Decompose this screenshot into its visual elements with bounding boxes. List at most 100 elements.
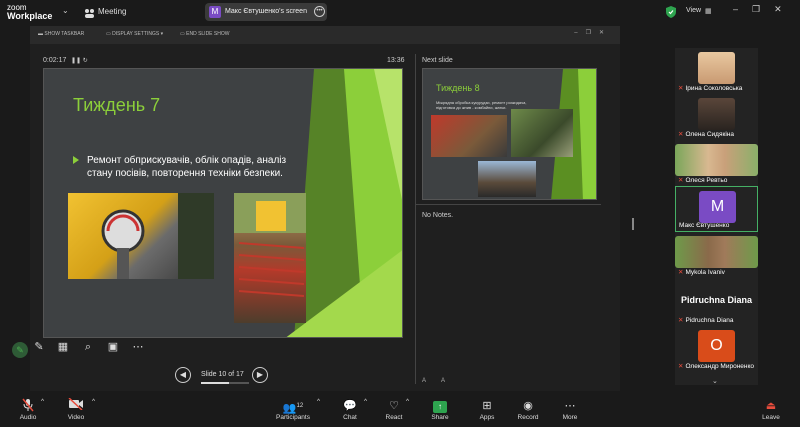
all-slides-icon[interactable]: ▦ <box>56 340 70 354</box>
participants-label: Participants <box>276 414 310 421</box>
more-options-icon[interactable]: ••• <box>314 6 325 17</box>
participant-name: Макс Євтушенко <box>679 222 730 229</box>
next-slide-preview[interactable]: Тиждень 8 Міжрядна обробка кукурудзи, ре… <box>422 68 597 200</box>
bullet-arrow-icon <box>73 156 79 164</box>
audio-options-caret[interactable]: ^ <box>41 398 44 405</box>
close-icon[interactable]: ✕ <box>774 4 796 14</box>
audio-button[interactable]: Audio <box>14 398 42 421</box>
slide-photo-sprayer-boom <box>234 193 306 323</box>
video-button[interactable]: Video <box>62 397 90 421</box>
mic-muted-icon: ✕ <box>678 177 684 184</box>
mic-muted-icon: ✕ <box>678 363 684 370</box>
mic-muted-icon: ✕ <box>678 85 684 92</box>
participant-video <box>675 236 758 268</box>
more-options-icon[interactable]: ⋯ <box>131 340 145 354</box>
participant-name: ✕ Ірина Соколовська <box>678 85 743 92</box>
leave-button[interactable]: ⏏ Leave <box>758 398 784 421</box>
participant-tile[interactable]: Pidruchna Diana ✕ Pidruchna Diana <box>675 280 758 326</box>
timer-controls[interactable]: ❚❚ ↻ <box>71 57 88 64</box>
end-slide-show-label: END SLIDE SHOW <box>186 31 230 37</box>
video-options-caret[interactable]: ^ <box>92 398 95 405</box>
share-screen-icon: ↑ <box>433 401 447 413</box>
share-button[interactable]: ↑ Share <box>427 398 453 421</box>
previous-slide-button[interactable]: ◀ <box>175 367 191 383</box>
participant-tile[interactable]: ✕ Mykola Ivaniv <box>675 232 758 278</box>
display-settings-label: DISPLAY SETTINGS ▾ <box>112 31 164 37</box>
participants-icon: 👥12 <box>282 402 304 415</box>
next-photo-belts <box>511 109 573 157</box>
participant-tile-active[interactable]: M Макс Євтушенко <box>675 186 758 232</box>
annotate-pencil-icon[interactable]: ✎ <box>12 342 28 358</box>
end-slide-show-button[interactable]: ▭ END SLIDE SHOW <box>180 31 229 37</box>
participants-options-caret[interactable]: ^ <box>317 398 320 405</box>
more-label: More <box>562 414 578 421</box>
chat-options-caret[interactable]: ^ <box>364 398 367 405</box>
participants-count: 12 <box>296 403 304 409</box>
slide-navigation: ◀ Slide 10 of 17 ▶ <box>175 366 275 386</box>
apps-button[interactable]: ⊞ Apps <box>474 398 500 421</box>
participant-tile[interactable]: ✕ Олена Сидякіна <box>675 94 758 140</box>
meeting-tab[interactable]: Meeting <box>98 7 126 16</box>
presenter-window-controls[interactable]: –❐✕ <box>574 29 612 36</box>
record-button[interactable]: ◉ Record <box>514 398 542 421</box>
participant-name: ✕ Mykola Ivaniv <box>678 269 725 276</box>
next-slide-label: Next slide <box>422 57 453 64</box>
apps-label: Apps <box>479 414 495 421</box>
more-button[interactable]: ⋯ More <box>557 398 583 421</box>
participant-video <box>698 52 735 84</box>
taskbar-icon: ▬ <box>38 31 43 37</box>
restore-icon[interactable]: ❐ <box>752 4 774 14</box>
notes-font-size-buttons[interactable]: A A <box>422 378 452 384</box>
speaker-notes: No Notes. <box>422 212 454 219</box>
current-slide: Тиждень 7 Ремонт обприскувачів, облік оп… <box>43 68 403 338</box>
screen-blackout-icon[interactable]: ▣ <box>106 340 120 354</box>
zoom-magnifier-icon[interactable]: ⌕ <box>81 340 95 354</box>
participant-avatar: M <box>699 191 736 223</box>
react-options-caret[interactable]: ^ <box>406 398 409 405</box>
participant-name: ✕ Pidruchna Diana <box>678 317 734 324</box>
pane-divider[interactable] <box>415 54 416 384</box>
slide-counter: Slide 10 of 17 <box>201 371 244 378</box>
show-taskbar-label: SHOW TASKBAR <box>44 31 85 37</box>
next-photo-header <box>431 115 507 157</box>
notes-divider[interactable] <box>416 204 601 205</box>
chevron-down-icon[interactable]: ⌄ <box>712 377 718 385</box>
end-show-icon: ▭ <box>180 31 185 37</box>
participant-tile[interactable]: ✕ Олеся Ревтьо <box>675 140 758 186</box>
participant-tile[interactable]: ✕ Ірина Соколовська <box>675 48 758 94</box>
clock: 13:36 <box>387 57 405 64</box>
security-shield-icon[interactable] <box>666 5 676 18</box>
display-icon: ▭ <box>106 31 111 37</box>
participants-panel: ✕ Ірина Соколовська ✕ Олена Сидякіна ✕ Олес… <box>675 48 758 385</box>
logo-line2: Workplace <box>7 11 53 21</box>
share-label: Share <box>431 414 449 421</box>
mic-muted-icon: ✕ <box>678 131 684 138</box>
mic-muted-icon <box>14 398 42 414</box>
slide-bullet: Ремонт обприскувачів, облік опадів, анал… <box>73 154 303 180</box>
minimize-icon[interactable]: – <box>733 4 752 14</box>
chat-icon: 💬 <box>343 400 357 412</box>
window-controls[interactable]: –❐✕ <box>733 4 796 15</box>
participant-name: ✕ Олеся Ревтьо <box>678 177 728 184</box>
next-slide-button[interactable]: ▶ <box>252 367 268 383</box>
pause-icon[interactable]: ❚❚ <box>71 58 81 64</box>
zoom-logo[interactable]: zoom Workplace <box>7 3 52 21</box>
participant-name-card: Pidruchna Diana <box>681 295 753 305</box>
chat-button[interactable]: 💬 Chat <box>337 398 363 421</box>
panel-splitter[interactable] <box>632 218 634 230</box>
react-button[interactable]: ♡ React <box>381 398 407 421</box>
screen-share-pill[interactable]: M Макс Євтушенко's screen ••• <box>205 3 327 21</box>
participant-tile[interactable]: O ✕ Олександр Мироненко <box>675 326 758 372</box>
view-grid-icon[interactable]: ▦ <box>705 7 712 15</box>
show-taskbar-button[interactable]: ▬ SHOW TASKBAR <box>38 31 84 37</box>
view-button[interactable]: View <box>686 7 701 14</box>
participant-video <box>698 98 735 130</box>
display-settings-button[interactable]: ▭ DISPLAY SETTINGS ▾ <box>106 31 163 37</box>
restart-icon[interactable]: ↻ <box>83 58 88 64</box>
pen-icon[interactable]: ✎ <box>32 340 46 354</box>
zoom-window: zoom Workplace ⌄ Meeting M Макс Євтушенк… <box>0 0 800 427</box>
apps-icon: ⊞ <box>482 400 492 412</box>
participants-button[interactable]: 👥12 Participants <box>273 398 313 421</box>
chat-label: Chat <box>343 414 357 421</box>
chevron-down-icon[interactable]: ⌄ <box>62 6 69 15</box>
